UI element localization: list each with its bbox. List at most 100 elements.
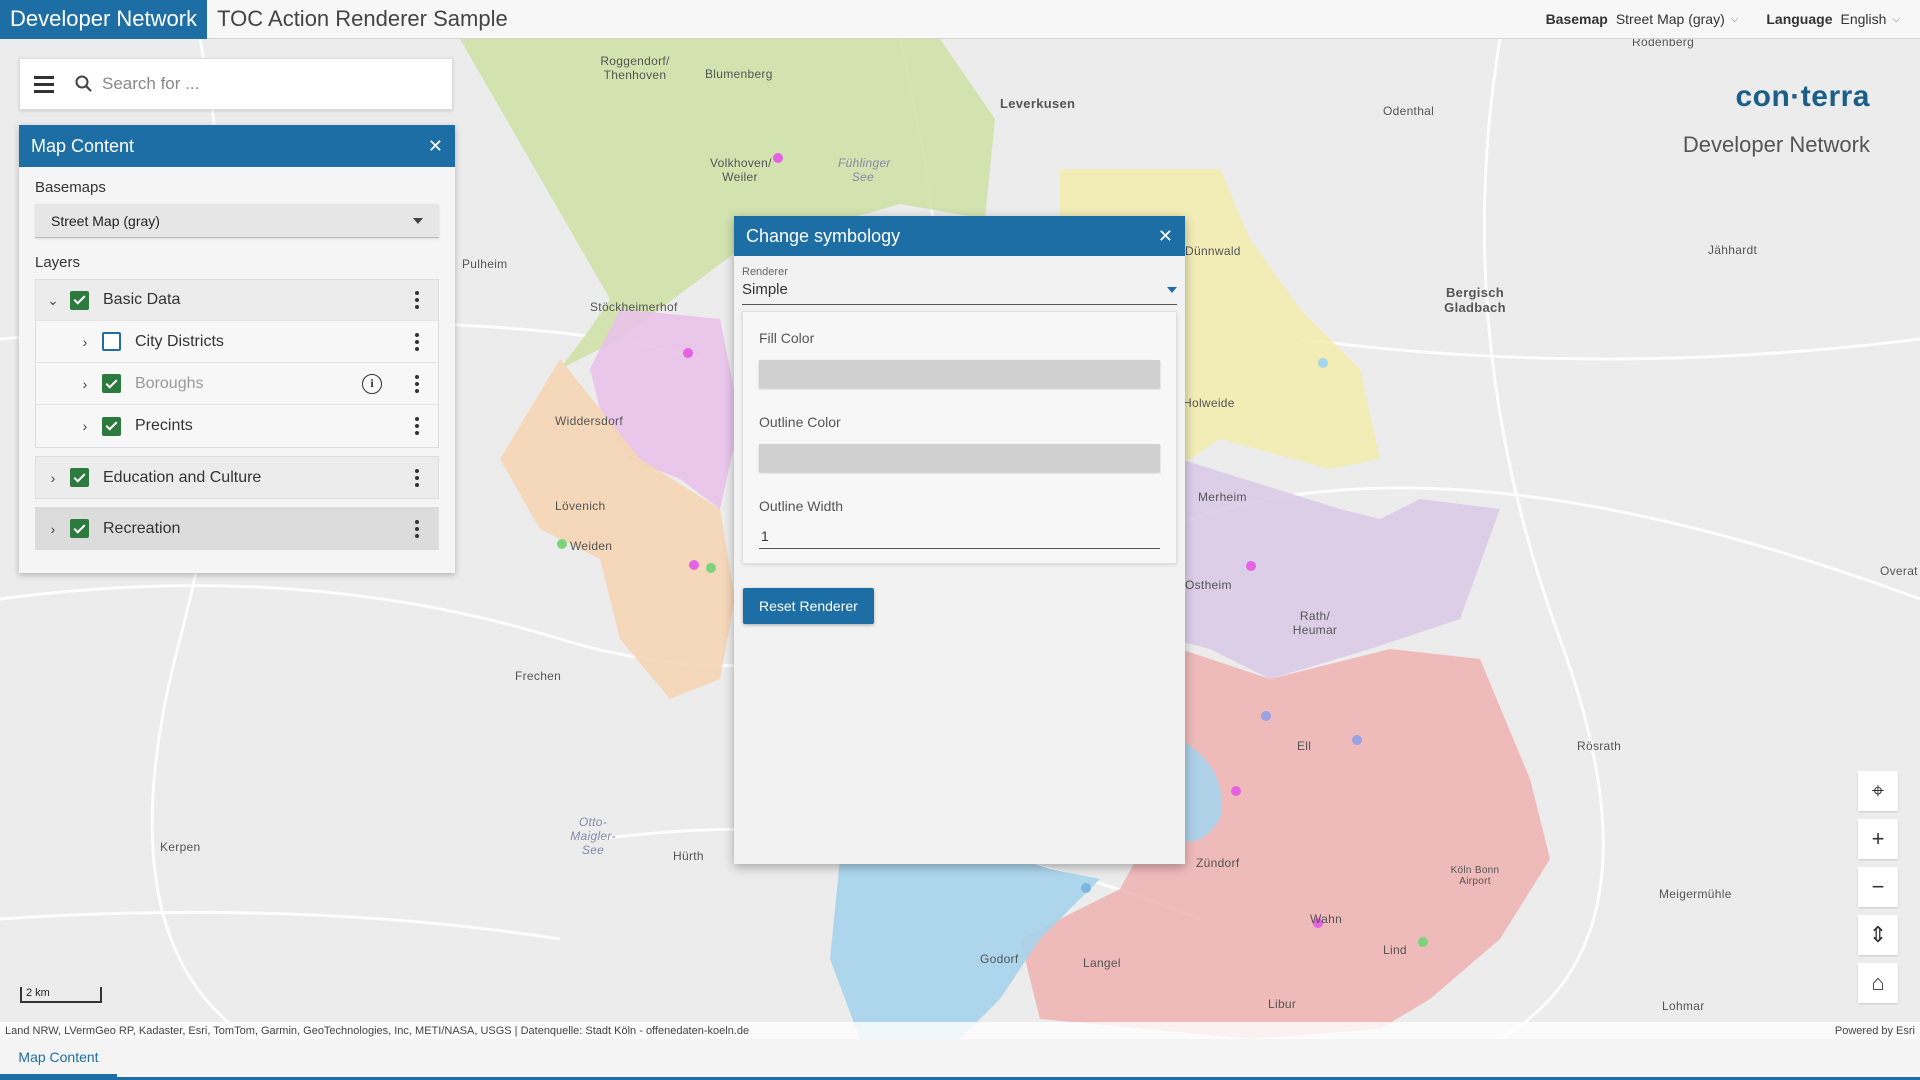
layer-checkbox[interactable]: [70, 519, 89, 538]
app-header: Developer Network TOC Action Renderer Sa…: [0, 0, 1920, 39]
info-icon[interactable]: i: [362, 373, 382, 394]
zoom-in-icon[interactable]: +: [1858, 819, 1898, 859]
layer-group-education: › Education and Culture: [35, 456, 439, 499]
basemaps-label: Basemaps: [35, 179, 106, 196]
panel-title: Map Content: [31, 135, 135, 156]
map-label: Jähhardt: [1708, 243, 1758, 257]
chevron-right-icon[interactable]: ›: [68, 418, 102, 434]
more-options-icon[interactable]: [402, 519, 432, 538]
chevron-right-icon[interactable]: ›: [68, 376, 102, 392]
map-label: Lövenich: [555, 499, 606, 513]
compass-icon[interactable]: ⇕: [1858, 915, 1898, 955]
renderer-select[interactable]: Renderer Simple: [742, 266, 1177, 305]
map-label: Otto-Maigler-See: [570, 815, 616, 857]
more-options-icon[interactable]: [402, 417, 432, 435]
bottom-tab-bar: Map Content: [0, 1039, 1920, 1080]
panel-header: Map Content ✕: [19, 125, 455, 167]
menu-icon[interactable]: [34, 75, 54, 93]
tab-map-content[interactable]: Map Content: [0, 1039, 117, 1077]
app-title: TOC Action Renderer Sample: [217, 6, 508, 31]
renderer-select-row[interactable]: Simple: [742, 281, 1177, 298]
map-label: Rath/ Heumar: [1292, 609, 1338, 637]
layer-checkbox[interactable]: [102, 332, 121, 351]
language-label: Language: [1766, 11, 1833, 27]
powered-by[interactable]: Powered by Esri: [1835, 1025, 1915, 1037]
layer-name: Boroughs: [135, 374, 204, 392]
map-label: Ostheim: [1185, 578, 1232, 592]
outline-width-label: Outline Width: [759, 498, 844, 514]
caret-down-icon: [413, 217, 423, 224]
map-label: Volkhoven/ Weiler: [710, 156, 772, 184]
scale-bar: 2 km: [20, 987, 102, 1003]
layer-name: Precints: [135, 417, 193, 434]
outline-width-input[interactable]: 1: [759, 524, 1160, 549]
close-icon[interactable]: ✕: [1158, 226, 1173, 247]
map-label: Meigermühle: [1659, 887, 1732, 901]
more-options-icon[interactable]: [402, 332, 432, 351]
map-label: Weiden: [570, 539, 613, 553]
close-icon[interactable]: ✕: [428, 136, 443, 157]
chevron-right-icon[interactable]: ›: [36, 521, 70, 537]
basemap-dropdown[interactable]: Street Map (gray): [1616, 11, 1725, 27]
layer-row-basic-data[interactable]: ⌄ Basic Data: [36, 280, 438, 321]
map-label: Odenthal: [1383, 104, 1435, 118]
more-options-icon[interactable]: [402, 468, 432, 487]
map-label: Roggendorf/ Thenhoven: [600, 54, 670, 82]
chevron-down-icon[interactable]: ⌵: [1731, 14, 1739, 25]
zoom-out-icon[interactable]: −: [1858, 867, 1898, 907]
dialog-header: Change symbology ✕: [734, 216, 1185, 256]
layer-checkbox[interactable]: [102, 416, 121, 436]
fill-color-picker[interactable]: [759, 360, 1160, 388]
map-label: Fühlinger See: [838, 156, 891, 184]
map-controls: ⌖ + − ⇕ ⌂: [1858, 771, 1898, 1003]
reset-renderer-button[interactable]: Reset Renderer: [743, 588, 874, 624]
map-label: Holweide: [1183, 396, 1235, 410]
layer-checkbox[interactable]: [70, 468, 89, 487]
caret-down-icon[interactable]: [1167, 286, 1177, 293]
search-input[interactable]: [102, 74, 432, 94]
layer-row-recreation[interactable]: › Recreation: [36, 508, 438, 549]
renderer-value: Simple: [742, 281, 788, 298]
language-dropdown[interactable]: English: [1840, 11, 1886, 27]
map-label: Widdersdorf: [555, 414, 623, 428]
more-options-icon[interactable]: [402, 291, 432, 309]
map-label: Lohmar: [1662, 999, 1705, 1013]
more-options-icon[interactable]: [402, 374, 432, 393]
chevron-down-icon[interactable]: ⌄: [36, 292, 70, 309]
map-label: Ell: [1297, 739, 1312, 753]
map-label: Rösrath: [1577, 739, 1622, 753]
dialog-title: Change symbology: [746, 225, 901, 246]
chevron-right-icon[interactable]: ›: [68, 334, 102, 350]
map-label: Wahn: [1310, 912, 1343, 926]
layer-group-recreation: › Recreation: [35, 507, 439, 550]
layer-row-boroughs[interactable]: › Boroughs i: [36, 363, 438, 405]
map-label: Kerpen: [160, 840, 201, 854]
layer-name: Basic Data: [103, 291, 181, 308]
layer-checkbox[interactable]: [102, 374, 121, 393]
basemap-label: Basemap: [1545, 11, 1608, 27]
layer-row-precints[interactable]: › Precints: [36, 405, 438, 447]
map-label: Merheim: [1198, 490, 1247, 504]
layer-row-city-districts[interactable]: › City Districts: [36, 321, 438, 363]
outline-color-picker[interactable]: [759, 444, 1160, 472]
change-symbology-dialog: Change symbology ✕ Renderer Simple Fill …: [734, 216, 1185, 864]
locate-icon[interactable]: ⌖: [1858, 771, 1898, 811]
map-label: Rodenberg: [1632, 39, 1695, 49]
layer-row-education-and-culture[interactable]: › Education and Culture: [36, 457, 438, 498]
chevron-right-icon[interactable]: ›: [36, 470, 70, 486]
header-settings: Basemap Street Map (gray) ⌵ Language Eng…: [1546, 11, 1920, 27]
map-label: Dünnwald: [1185, 244, 1241, 258]
map-label: Langel: [1083, 956, 1121, 970]
layer-checkbox[interactable]: [70, 290, 89, 310]
home-icon[interactable]: ⌂: [1858, 963, 1898, 1003]
basemap-select[interactable]: Street Map (gray): [35, 204, 439, 238]
chevron-down-icon[interactable]: ⌵: [1892, 14, 1900, 25]
map-label: Bergisch Gladbach: [1444, 285, 1506, 315]
attribution-text: Land NRW, LVermGeo RP, Kadaster, Esri, T…: [5, 1024, 750, 1037]
map-label: Frechen: [515, 669, 562, 683]
map-label: Hürth: [673, 849, 704, 863]
basemap-select-value: Street Map (gray): [51, 212, 160, 229]
map-label: Libur: [1268, 997, 1297, 1011]
search-icon: [75, 75, 92, 92]
brand-title[interactable]: Developer Network: [0, 0, 208, 39]
